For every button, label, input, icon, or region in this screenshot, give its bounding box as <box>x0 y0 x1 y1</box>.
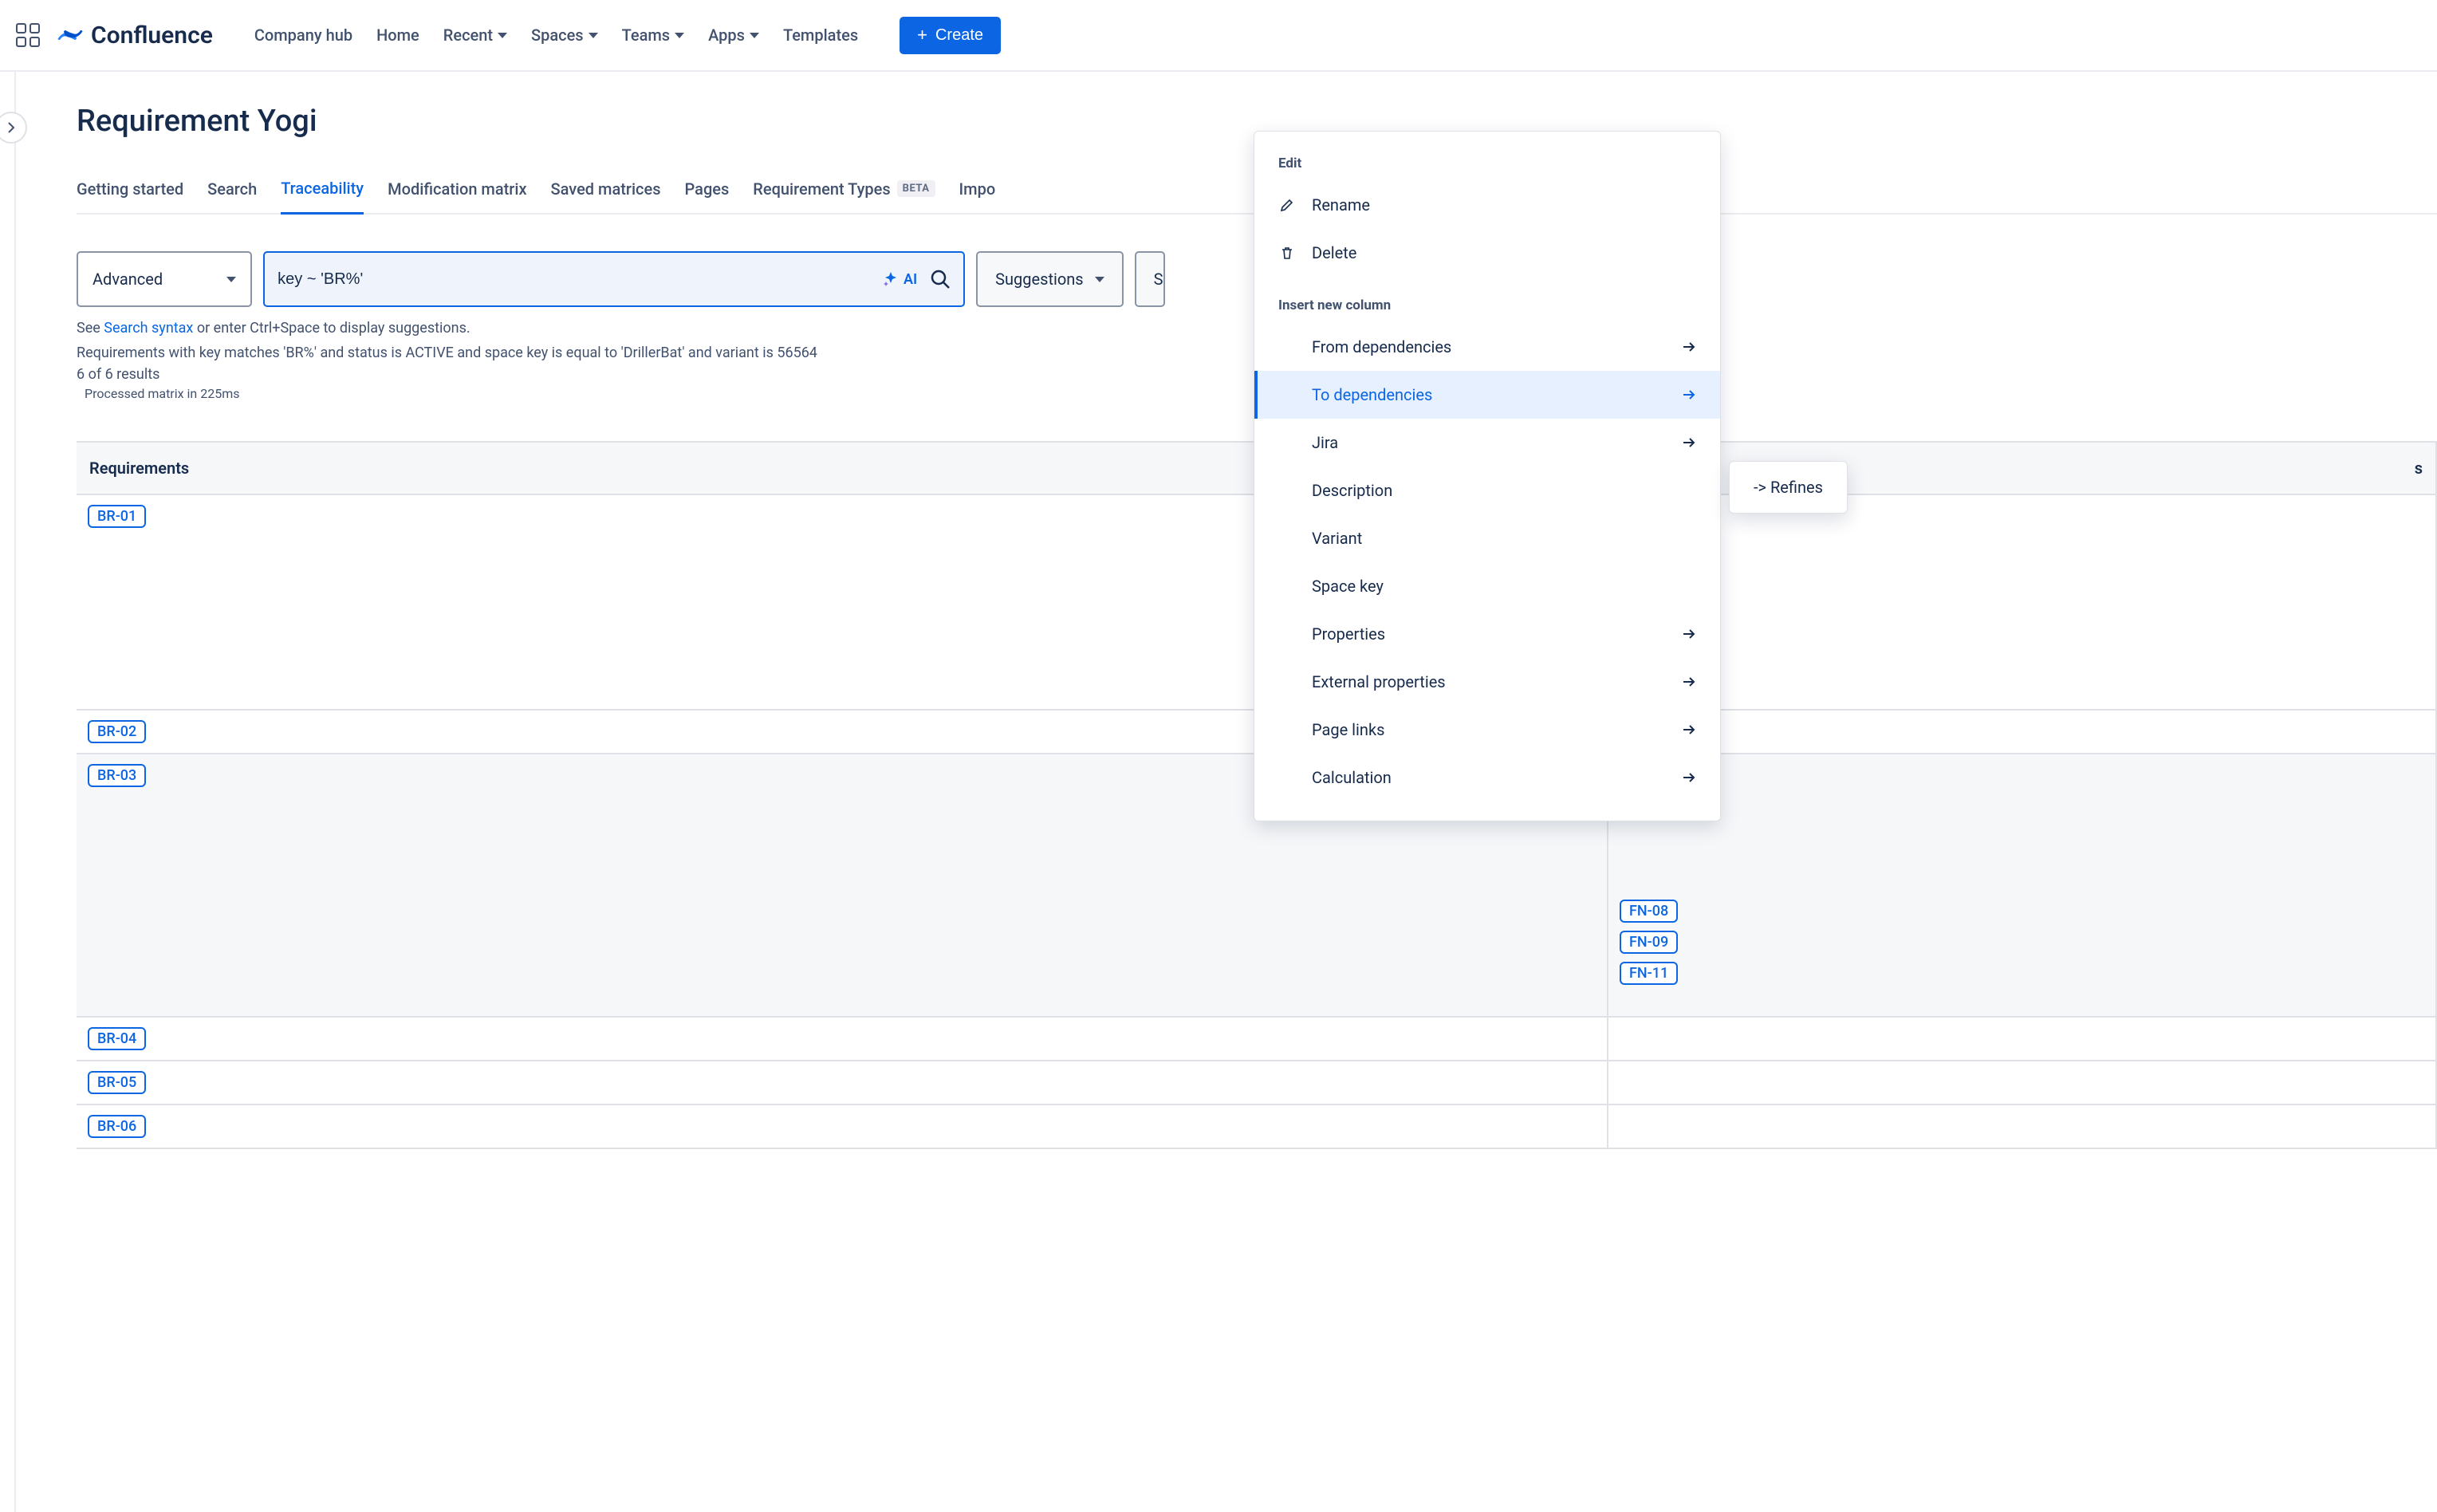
tab-search[interactable]: Search <box>207 171 257 213</box>
menu-page-links[interactable]: Page links <box>1254 706 1720 754</box>
nav-templates[interactable]: Templates <box>783 26 858 45</box>
nav-recent[interactable]: Recent <box>443 26 507 45</box>
ai-chip[interactable]: AI <box>883 271 917 288</box>
nav-teams[interactable]: Teams <box>622 26 684 45</box>
chevron-down-icon <box>1095 277 1104 282</box>
menu-rename[interactable]: Rename <box>1254 181 1720 229</box>
menu-to-dependencies[interactable]: To dependencies <box>1254 371 1720 419</box>
arrow-right-icon <box>1680 674 1696 690</box>
arrow-right-icon <box>1680 339 1696 355</box>
nav-home[interactable]: Home <box>376 26 419 45</box>
arrow-right-icon <box>1680 387 1696 403</box>
tab-requirement-types[interactable]: Requirement Types BETA <box>753 171 935 213</box>
query-input-wrap: AI <box>263 251 965 307</box>
cell-references <box>1608 1061 2436 1104</box>
arrow-right-icon <box>1680 435 1696 451</box>
pencil-icon <box>1278 198 1296 212</box>
cell-references <box>1608 494 2436 710</box>
tab-import[interactable]: Impo <box>959 171 996 213</box>
reference-tag[interactable]: FN-09 <box>1620 931 1678 954</box>
requirement-tag[interactable]: BR-06 <box>88 1115 146 1138</box>
chevron-down-icon <box>750 33 759 38</box>
sparkle-icon <box>883 271 899 287</box>
requirement-tag[interactable]: BR-05 <box>88 1071 146 1094</box>
cell-references <box>1608 710 2436 754</box>
top-nav: Confluence Company hub Home Recent Space… <box>0 0 2437 72</box>
menu-section-insert: Insert new column <box>1254 293 1720 323</box>
menu-delete[interactable]: Delete <box>1254 229 1720 277</box>
table-row: BR-06 <box>77 1104 2436 1148</box>
column-context-menu: Edit Rename Delete Insert new column Fro… <box>1254 131 1721 821</box>
to-dependencies-flyout: -> Refines <box>1729 461 1848 514</box>
create-button[interactable]: + Create <box>900 17 1001 54</box>
chevron-down-icon <box>589 33 598 38</box>
reference-tag[interactable]: FN-11 <box>1620 962 1678 985</box>
query-mode-select[interactable]: Advanced <box>77 251 252 307</box>
menu-jira[interactable]: Jira <box>1254 419 1720 467</box>
cell-requirement: BR-05 <box>77 1061 1608 1104</box>
tab-modification-matrix[interactable]: Modification matrix <box>388 171 526 213</box>
nav-items: Company hub Home Recent Spaces Teams App… <box>254 26 858 45</box>
query-input[interactable] <box>278 270 870 289</box>
chevron-down-icon <box>226 277 236 282</box>
tab-saved-matrices[interactable]: Saved matrices <box>551 171 661 213</box>
menu-space-key[interactable]: Space key <box>1254 562 1720 610</box>
nav-company-hub[interactable]: Company hub <box>254 26 352 45</box>
requirement-tag[interactable]: BR-04 <box>88 1027 146 1050</box>
beta-badge: BETA <box>897 180 935 197</box>
brand-label: Confluence <box>91 22 213 49</box>
table-row: BR-05 <box>77 1061 2436 1104</box>
cell-references <box>1608 1017 2436 1061</box>
tab-getting-started[interactable]: Getting started <box>77 171 183 213</box>
search-syntax-link[interactable]: Search syntax <box>104 320 193 337</box>
confluence-logo-icon <box>57 22 83 48</box>
flyout-refines[interactable]: -> Refines <box>1730 462 1847 513</box>
plus-icon: + <box>917 26 927 44</box>
menu-from-dependencies[interactable]: From dependencies <box>1254 323 1720 371</box>
arrow-right-icon <box>1680 626 1696 642</box>
cell-references <box>1608 1104 2436 1148</box>
menu-external-properties[interactable]: External properties <box>1254 658 1720 706</box>
cell-requirement: BR-04 <box>77 1017 1608 1061</box>
reference-tag[interactable]: FN-08 <box>1620 900 1678 923</box>
search-button[interactable] <box>930 269 951 289</box>
menu-calculation[interactable]: Calculation <box>1254 754 1720 801</box>
nav-spaces[interactable]: Spaces <box>531 26 598 45</box>
requirement-tag[interactable]: BR-03 <box>88 764 146 787</box>
trash-icon <box>1278 246 1296 260</box>
product-brand[interactable]: Confluence <box>57 22 213 49</box>
chevron-down-icon <box>498 33 507 38</box>
cell-requirement: BR-06 <box>77 1104 1608 1148</box>
menu-section-edit: Edit <box>1254 151 1720 181</box>
menu-description[interactable]: Description <box>1254 467 1720 514</box>
app-switcher-icon[interactable] <box>16 23 40 47</box>
nav-apps[interactable]: Apps <box>708 26 759 45</box>
menu-properties[interactable]: Properties <box>1254 610 1720 658</box>
tab-pages[interactable]: Pages <box>685 171 730 213</box>
table-row: BR-04 <box>77 1017 2436 1061</box>
secondary-pill-button[interactable]: S <box>1135 251 1165 307</box>
page-content: Requirement Yogi Getting started Search … <box>0 72 2437 1149</box>
suggestions-button[interactable]: Suggestions <box>976 251 1123 307</box>
arrow-right-icon <box>1680 722 1696 738</box>
requirement-tag[interactable]: BR-01 <box>88 505 146 528</box>
cell-references: FN-08 FN-09 FN-11 <box>1608 754 2436 1017</box>
chevron-down-icon <box>675 33 684 38</box>
menu-variant[interactable]: Variant <box>1254 514 1720 562</box>
tab-traceability[interactable]: Traceability <box>281 171 364 215</box>
requirement-tag[interactable]: BR-02 <box>88 720 146 743</box>
arrow-right-icon <box>1680 770 1696 786</box>
